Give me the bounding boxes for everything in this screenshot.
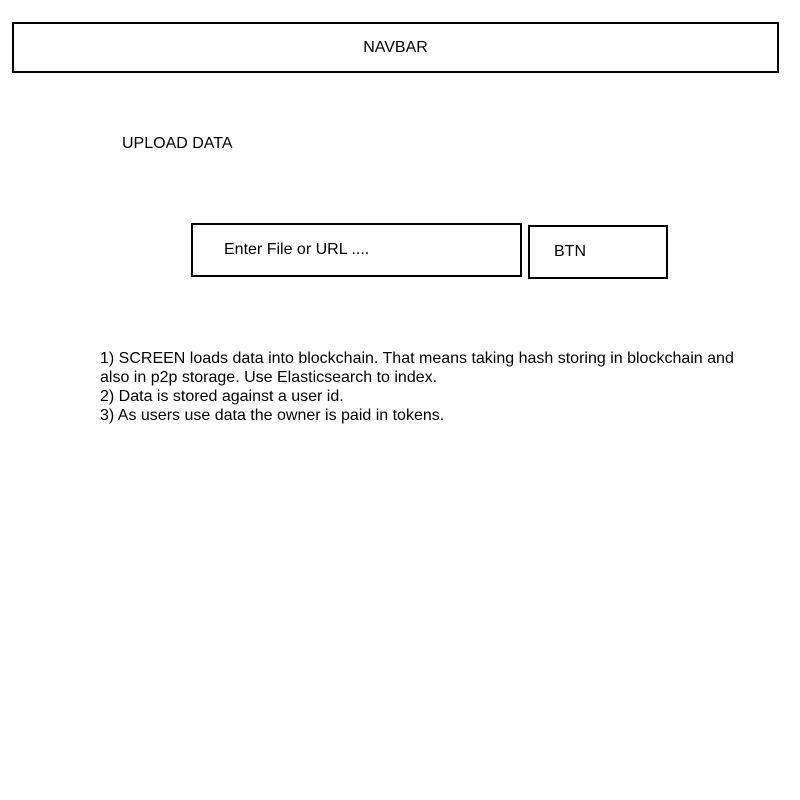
note-item: 3) As users use data the owner is paid i…: [100, 407, 445, 424]
note-item: 1) SCREEN loads data into blockchain. Th…: [100, 350, 734, 386]
navbar-label: NAVBAR: [363, 38, 428, 56]
note-item: 2) Data is stored against a user id.: [100, 388, 344, 405]
page-title: UPLOAD DATA: [122, 135, 233, 152]
submit-button[interactable]: BTN: [528, 225, 668, 279]
navbar: NAVBAR: [12, 22, 779, 73]
file-or-url-input[interactable]: Enter File or URL ....: [191, 223, 522, 277]
submit-button-label: BTN: [554, 243, 586, 260]
description-notes: 1) SCREEN loads data into blockchain. Th…: [100, 349, 740, 425]
input-placeholder: Enter File or URL ....: [224, 241, 370, 258]
